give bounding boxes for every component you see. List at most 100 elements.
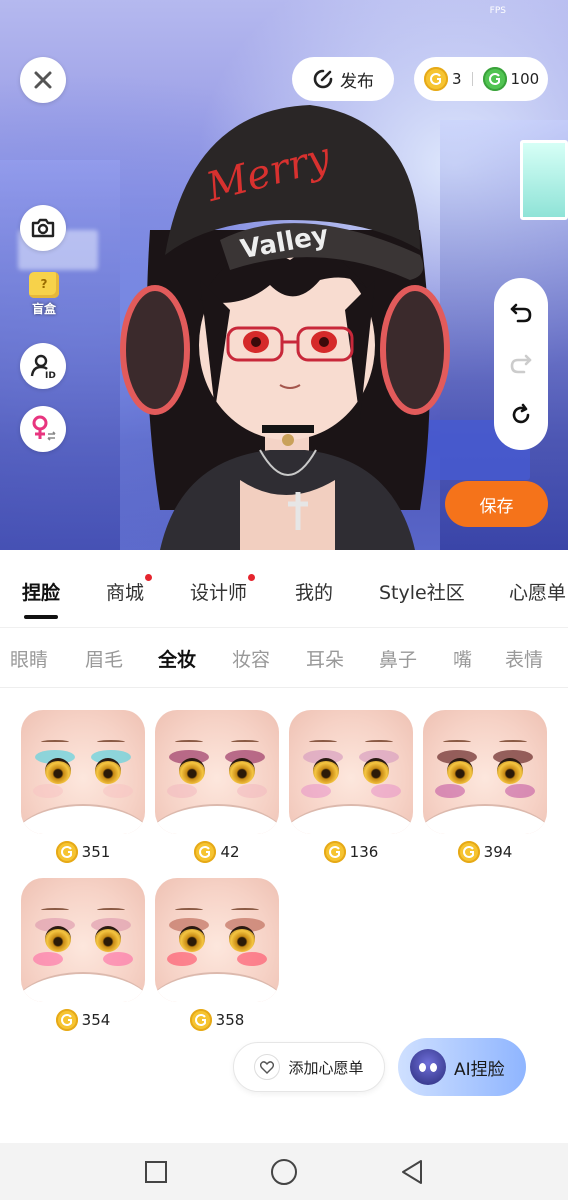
camera-button[interactable]	[20, 205, 66, 251]
category-mouth[interactable]: 嘴	[453, 645, 472, 672]
triangle-back-icon	[402, 1159, 422, 1184]
gold-coin-count: 3	[452, 70, 462, 88]
tab-mine[interactable]: 我的	[295, 578, 333, 605]
category-eyebrows[interactable]: 眉毛	[85, 645, 123, 672]
undo-icon	[510, 304, 532, 323]
item-price: 42	[155, 840, 279, 864]
tab-label: 设计师	[190, 582, 248, 604]
makeup-preview	[155, 710, 279, 834]
gender-switch-button[interactable]	[20, 406, 66, 452]
blindbox-button[interactable]: ? 盲盒	[22, 272, 66, 324]
blindbox-icon: ?	[29, 272, 59, 298]
avatar-id-button[interactable]: ID	[20, 343, 66, 389]
recents-button[interactable]	[141, 1157, 171, 1187]
tab-designer[interactable]: 设计师	[190, 574, 256, 605]
save-button[interactable]: 保存	[445, 481, 548, 527]
item-price: 354	[21, 1008, 145, 1032]
gold-coin-icon	[194, 841, 217, 863]
tab-wishlist[interactable]: 心愿单	[509, 578, 566, 605]
tab-style-community[interactable]: Style社区	[379, 578, 465, 605]
makeup-preview	[289, 710, 413, 834]
makeup-item[interactable]: 358	[155, 878, 279, 1032]
green-coin-icon	[482, 67, 507, 91]
makeup-item[interactable]: 351	[21, 710, 145, 864]
makeup-preview	[21, 710, 145, 834]
refresh-icon	[512, 403, 530, 423]
tab-label: 我的	[295, 582, 334, 604]
female-swap-icon	[32, 415, 56, 441]
blindbox-label: 盲盒	[31, 302, 56, 316]
category-tab-bar: 眼睛 眉毛 全妆 妆容 耳朵 鼻子 嘴 表情	[0, 628, 568, 688]
notification-dot	[145, 574, 153, 581]
gold-coin-icon	[189, 1009, 212, 1031]
circle-icon	[271, 1158, 297, 1185]
wishlist-label: 添加心愿单	[288, 1058, 364, 1077]
makeup-item[interactable]: 394	[423, 710, 547, 864]
makeup-preview	[155, 878, 279, 1002]
price-value: 354	[81, 1011, 111, 1029]
category-full-makeup[interactable]: 全妆	[158, 645, 196, 672]
item-price: 136	[289, 840, 413, 864]
heart-icon	[254, 1054, 281, 1080]
category-eyes[interactable]: 眼睛	[10, 645, 48, 672]
undo-button[interactable]	[506, 298, 536, 328]
price-value: 351	[81, 843, 111, 861]
history-controls	[494, 278, 548, 450]
reset-button[interactable]	[506, 400, 536, 430]
redo-button[interactable]	[506, 349, 536, 379]
category-nose[interactable]: 鼻子	[379, 645, 417, 672]
square-icon	[145, 1160, 167, 1183]
camera-icon	[31, 218, 55, 238]
tab-store[interactable]: 商城	[106, 574, 153, 605]
back-button[interactable]	[397, 1157, 427, 1187]
item-price: 358	[155, 1008, 279, 1032]
makeup-preview	[423, 710, 547, 834]
makeup-preview	[21, 878, 145, 1002]
makeup-item[interactable]: 136	[289, 710, 413, 864]
tab-label: 商城	[106, 582, 145, 604]
item-price: 394	[423, 840, 547, 864]
category-expression[interactable]: 表情	[505, 645, 543, 672]
active-tab-indicator	[24, 615, 59, 619]
main-tab-bar: 捏脸 商城 设计师 我的 Style社区 心愿单	[0, 550, 568, 628]
system-navigation-bar	[0, 1143, 568, 1200]
notification-dot	[248, 574, 256, 581]
publish-icon	[313, 69, 333, 89]
tab-label: 捏脸	[22, 582, 61, 604]
publish-button[interactable]: 发布	[292, 57, 394, 101]
gold-coin-icon	[323, 841, 346, 863]
close-button[interactable]	[20, 57, 66, 103]
home-button[interactable]	[269, 1157, 299, 1187]
price-value: 136	[349, 843, 379, 861]
currency-balance[interactable]: 3 100	[414, 57, 548, 101]
user-id-icon: ID	[30, 354, 56, 379]
avatar-character[interactable]: Merry Valley	[120, 80, 450, 550]
item-price: 351	[21, 840, 145, 864]
price-value: 358	[215, 1011, 245, 1029]
gold-coin-icon	[55, 1009, 78, 1031]
tab-label: Style社区	[379, 582, 465, 604]
publish-label: 发布	[340, 71, 374, 92]
makeup-item[interactable]: 354	[21, 878, 145, 1032]
background-neon-sign	[520, 140, 568, 220]
price-value: 394	[483, 843, 513, 861]
ai-face-button[interactable]: AI捏脸	[398, 1038, 526, 1096]
currency-divider	[471, 72, 473, 86]
gold-coin-icon	[424, 67, 448, 91]
tab-label: 心愿单	[509, 582, 567, 604]
price-value: 42	[220, 843, 240, 861]
green-coin-count: 100	[510, 70, 540, 88]
ai-label: AI捏脸	[454, 1059, 505, 1080]
tab-face-edit[interactable]: 捏脸	[22, 578, 61, 619]
category-makeup[interactable]: 妆容	[232, 645, 270, 672]
redo-icon	[510, 354, 532, 374]
category-ears[interactable]: 耳朵	[306, 645, 344, 672]
svg-text:ID: ID	[45, 371, 56, 379]
ai-robot-icon	[410, 1049, 446, 1085]
makeup-item[interactable]: 42	[155, 710, 279, 864]
gold-coin-icon	[457, 841, 480, 863]
add-to-wishlist-button[interactable]: 添加心愿单	[233, 1042, 385, 1092]
fps-label: FPS	[489, 6, 506, 16]
close-icon	[34, 71, 52, 89]
gold-coin-icon	[55, 841, 78, 863]
